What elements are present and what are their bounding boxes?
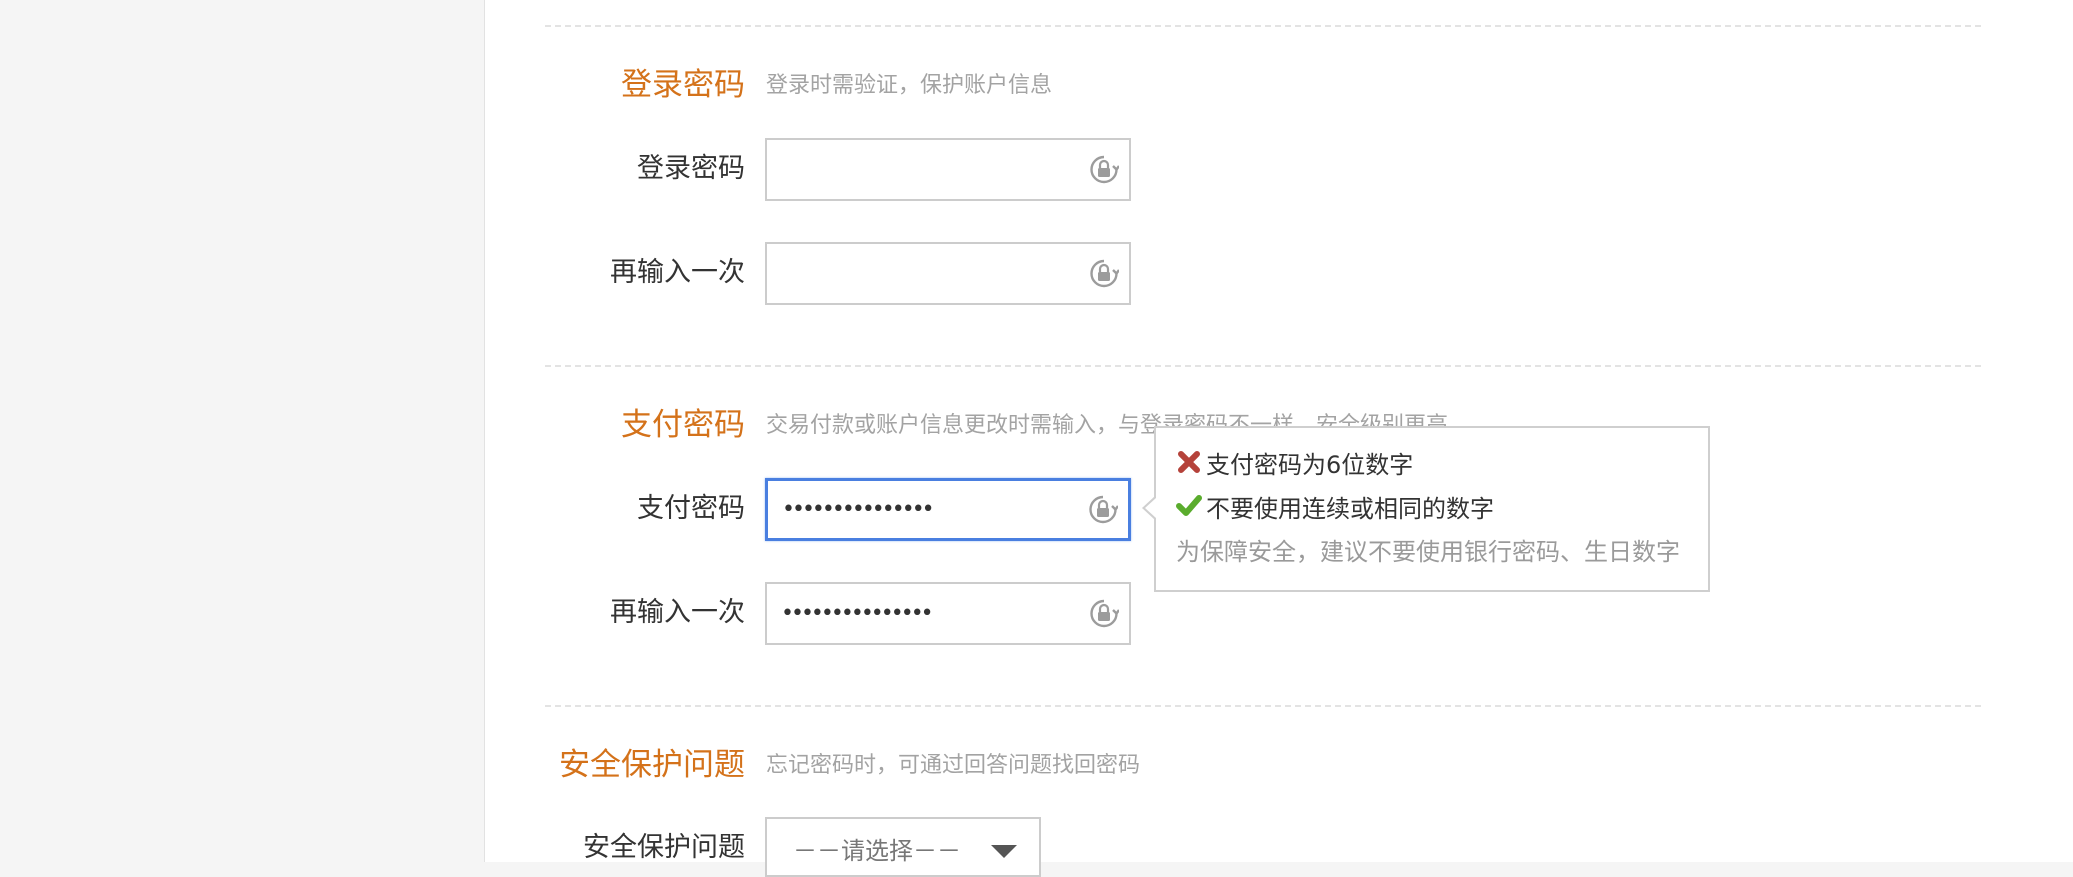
chevron-down-icon[interactable] — [991, 845, 1017, 858]
pay-password-input[interactable]: ••••••••••••••• — [765, 478, 1131, 541]
security-question-select[interactable]: －－请选择－－ — [765, 817, 1041, 877]
login-password-confirm-input[interactable] — [765, 242, 1131, 305]
security-question-select-value: －－请选择－－ — [793, 837, 961, 865]
pay-password-tooltip: 支付密码为6位数字 不要使用连续或相同的数字 为保障安全，建议不要使用银行密码、… — [1142, 426, 1710, 592]
divider — [545, 25, 1981, 27]
login-password-section-title: 登录密码 — [621, 67, 745, 103]
security-question-section-desc: 忘记密码时，可通过回答问题找回密码 — [766, 753, 1141, 778]
pay-password-label: 支付密码 — [637, 493, 745, 524]
rule-sequence-text: 不要使用连续或相同的数字 — [1206, 494, 1494, 523]
pay-password-confirm-value: ••••••••••••••• — [781, 600, 934, 626]
lock-icon[interactable] — [1088, 494, 1119, 526]
lock-icon[interactable] — [1089, 598, 1120, 630]
cross-icon — [1178, 451, 1200, 473]
divider — [545, 705, 1981, 707]
lock-icon[interactable] — [1089, 154, 1120, 186]
rule-length-text: 支付密码为6位数字 — [1206, 450, 1414, 479]
pay-password-confirm-label: 再输入一次 — [610, 597, 745, 628]
security-question-label: 安全保护问题 — [583, 832, 745, 863]
login-password-label: 登录密码 — [637, 153, 745, 184]
pay-password-section-title: 支付密码 — [621, 407, 745, 443]
check-icon — [1176, 495, 1202, 516]
pay-password-confirm-input[interactable]: ••••••••••••••• — [765, 582, 1131, 645]
login-password-confirm-label: 再输入一次 — [610, 257, 745, 288]
tooltip-note: 为保障安全，建议不要使用银行密码、生日数字 — [1176, 538, 1680, 566]
tooltip-arrow-fill — [1145, 498, 1156, 518]
login-password-section-desc: 登录时需验证，保护账户信息 — [766, 73, 1053, 98]
security-question-section-title: 安全保护问题 — [559, 747, 745, 783]
login-password-input[interactable] — [765, 138, 1131, 201]
divider — [545, 365, 1981, 367]
rule-length: 支付密码为6位数字 — [1176, 444, 1413, 480]
pay-password-value: ••••••••••••••• — [782, 496, 935, 522]
rule-sequence: 不要使用连续或相同的数字 — [1176, 488, 1494, 524]
lock-icon[interactable] — [1089, 258, 1120, 290]
